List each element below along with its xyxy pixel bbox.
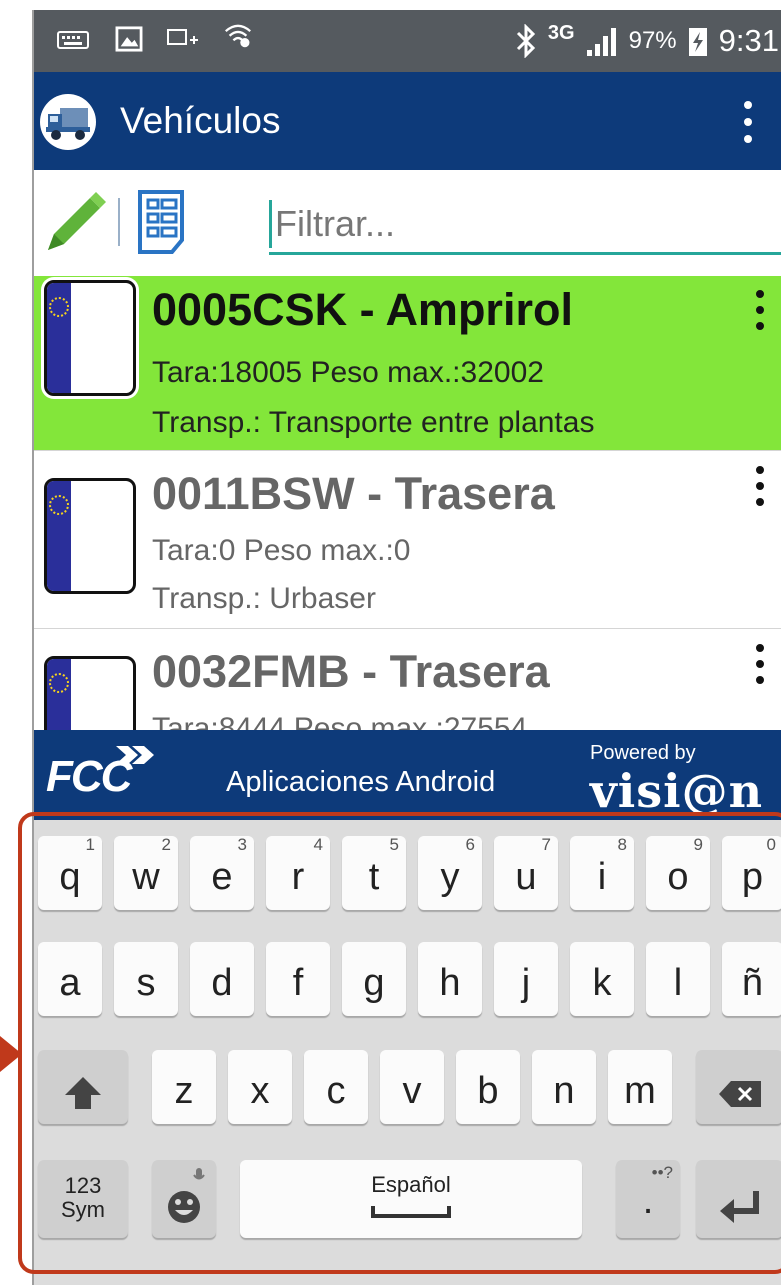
toolbar-divider [118,198,120,246]
battery-charging-icon [688,28,707,56]
powered-by-label: Powered by [590,742,696,764]
row-menu-icon[interactable] [755,290,765,330]
vehicle-title: 0032FMB - Trasera [152,646,550,697]
list-view-icon[interactable] [134,188,198,258]
vehicle-weights: Tara:18005 Peso max.:32002 [152,356,544,389]
image-notification-icon [115,26,143,52]
footer-text: Aplicaciones Android [226,766,496,798]
row-menu-icon[interactable] [755,466,765,506]
license-plate-icon [44,280,136,396]
row-menu-icon[interactable] [755,644,765,684]
status-right: 3G 97% 9:31 [514,20,779,62]
app-footer: FCC Aplicaciones Android Powered by visi… [34,730,781,820]
vehicle-title: 0011BSW - Trasera [152,468,555,519]
app-title: Vehículos [120,100,281,141]
overflow-menu-icon[interactable] [743,100,753,144]
vehicle-title: 0005CSK - Amprirol [152,284,573,335]
annotation-highlight-box [18,812,781,1274]
vehicle-row[interactable]: 0011BSW - Trasera Tara:0 Peso max.:0 Tra… [34,454,781,629]
vision-logo: visi@n [590,764,764,818]
wifi-icon [225,24,251,48]
vehicle-list: 0005CSK - Amprirol Tara:18005 Peso max.:… [34,276,781,730]
license-plate-icon [44,656,136,730]
filter-toolbar [34,170,781,278]
app-bar: Vehículos [34,72,781,170]
filter-input[interactable] [269,196,781,255]
vehicle-transport: Transp.: Urbaser [152,582,376,615]
status-bar: 3G 97% 9:31 [34,10,781,72]
bluetooth-icon [516,24,536,58]
truck-logo-icon [40,94,96,150]
vehicle-weights: Tara:0 Peso max.:0 [152,534,411,567]
network-type: 3G [547,21,575,44]
vehicle-weights: Tara:8444 Peso max.:27554 [152,712,528,730]
signal-icon [586,28,616,56]
battery-percentage: 97% [628,27,677,54]
vehicle-row[interactable]: 0032FMB - Trasera Tara:8444 Peso max.:27… [34,632,781,730]
keyboard-notification-icon [57,31,89,49]
clock: 9:31 [718,23,779,58]
license-plate-icon [44,478,136,594]
fcc-chevrons-icon [116,746,154,764]
vehicle-row[interactable]: 0005CSK - Amprirol Tara:18005 Peso max.:… [34,276,781,451]
edit-pencil-icon[interactable] [44,190,108,254]
screenshot-notification-icon [167,29,198,45]
vehicle-transport: Transp.: Transporte entre plantas [152,406,595,439]
text-caret [269,200,272,248]
